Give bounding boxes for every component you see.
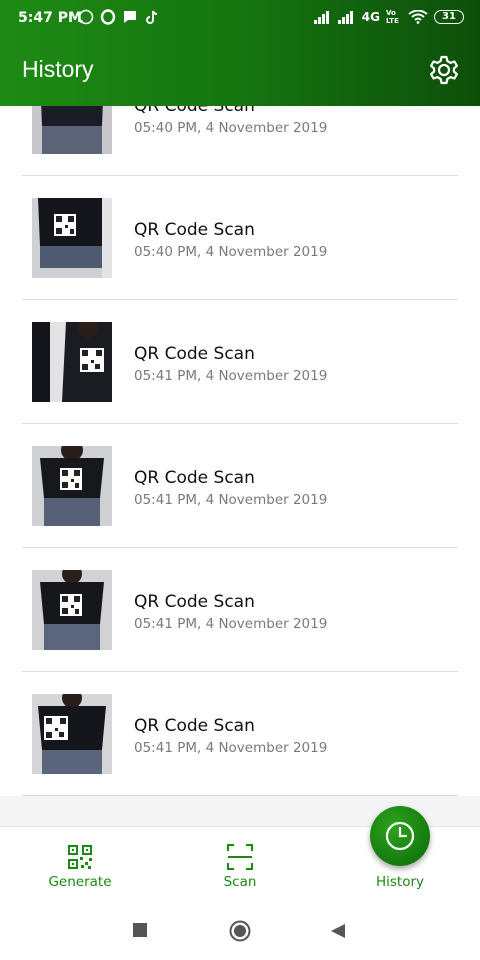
signal-icon bbox=[313, 11, 329, 24]
list-item[interactable]: QR Code Scan 05:41 PM, 4 November 2019 bbox=[22, 424, 458, 548]
page-title: History bbox=[22, 56, 94, 82]
scan-thumbnail bbox=[32, 446, 112, 526]
recents-icon[interactable] bbox=[132, 922, 148, 938]
item-title: QR Code Scan bbox=[134, 468, 255, 488]
system-navigation-bar bbox=[0, 902, 480, 960]
battery-indicator: 31 bbox=[434, 10, 464, 24]
nav-generate-label: Generate bbox=[48, 874, 112, 890]
status-time: 5:47 PM bbox=[18, 10, 82, 26]
status-bar: 5:47 PM 4G Vo LTE 31 bbox=[0, 0, 480, 36]
gear-icon[interactable] bbox=[428, 54, 460, 86]
app-header: 5:47 PM 4G Vo LTE 31 History bbox=[0, 0, 480, 106]
scan-thumbnail bbox=[32, 570, 112, 650]
item-title: QR Code Scan bbox=[134, 716, 255, 736]
item-date: 05:41 PM, 4 November 2019 bbox=[134, 368, 328, 384]
message-icon bbox=[124, 11, 136, 23]
list-item[interactable]: QR Code Scan 05:41 PM, 4 November 2019 bbox=[22, 672, 458, 796]
item-title: QR Code Scan bbox=[134, 592, 255, 612]
network-type: 4G bbox=[361, 10, 380, 24]
item-date: 05:41 PM, 4 November 2019 bbox=[134, 740, 328, 756]
history-fab[interactable] bbox=[370, 806, 430, 866]
app-bar: History bbox=[0, 36, 480, 106]
item-title: QR Code Scan bbox=[134, 344, 255, 364]
tiktok-icon bbox=[146, 10, 158, 24]
scan-frame-icon bbox=[227, 844, 253, 870]
opera-icon bbox=[100, 9, 116, 25]
item-date: 05:41 PM, 4 November 2019 bbox=[134, 492, 328, 508]
nav-history-label: History bbox=[375, 874, 425, 890]
back-icon[interactable] bbox=[330, 923, 346, 939]
item-date: 05:41 PM, 4 November 2019 bbox=[134, 616, 328, 632]
qr-code-icon bbox=[68, 845, 92, 869]
wifi-icon bbox=[408, 10, 428, 24]
list-item[interactable]: QR Code Scan 05:41 PM, 4 November 2019 bbox=[22, 548, 458, 672]
item-date: 05:40 PM, 4 November 2019 bbox=[134, 120, 328, 136]
list-item[interactable]: QR Code Scan 05:41 PM, 4 November 2019 bbox=[22, 300, 458, 424]
scan-thumbnail bbox=[32, 694, 112, 774]
clock-icon bbox=[385, 821, 415, 851]
signal-icon bbox=[337, 11, 353, 24]
status-right: 4G Vo LTE 31 bbox=[313, 9, 464, 25]
item-date: 05:40 PM, 4 November 2019 bbox=[134, 244, 328, 260]
whatsapp-icon bbox=[78, 9, 94, 25]
home-icon[interactable] bbox=[229, 920, 251, 942]
scan-thumbnail bbox=[32, 322, 112, 402]
volte-badge: Vo LTE bbox=[386, 9, 399, 25]
nav-scan[interactable]: Scan bbox=[160, 827, 320, 903]
item-title: QR Code Scan bbox=[134, 220, 255, 240]
nav-scan-label: Scan bbox=[223, 874, 257, 890]
notification-icons bbox=[78, 9, 160, 25]
list-item[interactable]: QR Code Scan 05:40 PM, 4 November 2019 bbox=[22, 176, 458, 300]
scan-thumbnail bbox=[32, 198, 112, 278]
history-list: QR Code Scan 05:40 PM, 4 November 2019 Q… bbox=[0, 52, 480, 796]
nav-generate[interactable]: Generate bbox=[0, 827, 160, 903]
